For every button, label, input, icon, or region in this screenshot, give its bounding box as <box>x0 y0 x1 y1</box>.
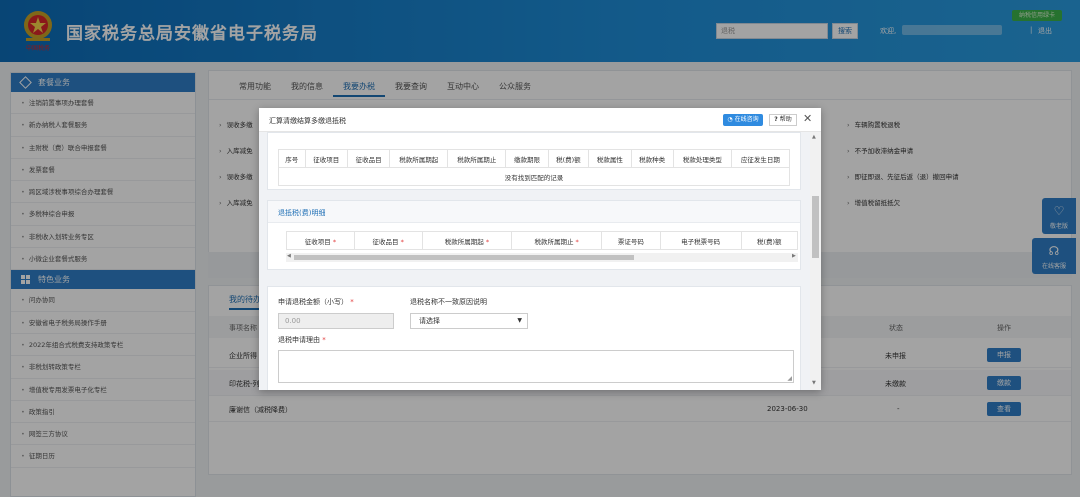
refund-detail-panel: 退抵税(费)明细 征收项目 * 征收品目 * 税款所属期起 * 税款所属期止 *… <box>267 200 801 270</box>
resize-grip-icon[interactable]: ◢ <box>787 375 792 382</box>
table-header-row: 征收项目 * 征收品目 * 税款所属期起 * 税款所属期止 * 票证号码 电子税… <box>286 231 799 250</box>
column-header: 税款属性 <box>588 149 632 168</box>
column-header: 序号 <box>278 149 306 168</box>
column-header: 税款处理类型 <box>672 149 732 168</box>
column-header: 电子税票号码 <box>659 231 742 250</box>
amount-label: 申请退税金额（小写） * <box>278 298 354 306</box>
column-header: 税款所属期起 * <box>421 231 513 250</box>
table-header-row: 序号 征收项目 征收品目 税款所属期起 税款所属期止 缴款期限 税(费)额 税款… <box>278 149 791 168</box>
refund-form-panel: 申请退税金额（小写） * 0.00 退税名称不一致原因说明 请选择 ▼ 退税申请… <box>267 286 801 390</box>
refund-amount-field[interactable]: 0.00 <box>278 313 394 329</box>
modal-body: 序号 征收项目 征收品目 税款所属期起 税款所属期止 缴款期限 税(费)额 税款… <box>259 132 821 390</box>
help-label: 帮助 <box>779 116 792 123</box>
column-header: 征收项目 <box>304 149 348 168</box>
column-header: 税(费)额 <box>547 149 590 168</box>
horizontal-scrollbar[interactable]: ◀ ▶ <box>286 253 798 262</box>
scroll-left-icon[interactable]: ◀ <box>287 253 291 259</box>
tax-record-panel: 序号 征收项目 征收品目 税款所属期起 税款所属期止 缴款期限 税(费)额 税款… <box>267 132 801 190</box>
empty-message: 没有找到匹配的记录 <box>278 167 790 186</box>
question-icon: ? <box>774 116 778 123</box>
scroll-up-icon[interactable]: ▲ <box>812 134 816 140</box>
reason-select-value: 请选择 <box>419 317 440 325</box>
column-header: 税款种类 <box>630 149 674 168</box>
help-button[interactable]: ? 帮助 <box>769 114 797 126</box>
modal-scrollbar[interactable]: ▲ ▼ <box>810 132 821 390</box>
column-header: 税款所属期止 * <box>511 231 602 250</box>
refund-modal: 汇算清缴结算多缴退抵税 ◔ 在线咨询 ? 帮助 ✕ 序号 征收项目 征收品目 税… <box>259 108 821 390</box>
refund-detail-header: 退抵税(费)明细 <box>268 201 800 223</box>
table-row: 没有找到匹配的记录 <box>278 167 790 186</box>
caret-down-icon: ▼ <box>517 317 522 324</box>
refund-reason-textarea[interactable]: ◢ <box>278 350 794 383</box>
scroll-thumb[interactable] <box>812 196 819 258</box>
column-header: 应征发生日期 <box>730 149 791 168</box>
reason-label: 退税名称不一致原因说明 <box>410 298 487 306</box>
scroll-right-icon[interactable]: ▶ <box>792 253 796 259</box>
column-header: 征收项目 * <box>286 231 355 250</box>
column-header: 征收品目 * <box>353 231 423 250</box>
column-header: 票证号码 <box>600 231 661 250</box>
tax-record-table: 序号 征收项目 征收品目 税款所属期起 税款所属期止 缴款期限 税(费)额 税款… <box>278 149 791 186</box>
column-header: 缴款期限 <box>505 149 549 168</box>
online-consult-label: 在线咨询 <box>734 116 759 123</box>
refund-detail-table: 征收项目 * 征收品目 * 税款所属期起 * 税款所属期止 * 票证号码 电子税… <box>286 231 799 250</box>
refund-detail-title: 退抵税(费)明细 <box>278 209 326 217</box>
reason-text-label: 退税申请理由 * <box>278 336 326 344</box>
scroll-thumb[interactable] <box>294 255 634 260</box>
column-header: 税款所属期起 <box>389 149 449 168</box>
reason-select[interactable]: 请选择 ▼ <box>410 313 528 329</box>
close-icon[interactable]: ✕ <box>803 112 812 126</box>
online-consult-button[interactable]: ◔ 在线咨询 <box>723 114 763 126</box>
modal-title: 汇算清缴结算多缴退抵税 <box>269 117 346 125</box>
scroll-down-icon[interactable]: ▼ <box>812 380 816 386</box>
column-header: 征收品目 <box>346 149 391 168</box>
column-header: 税(费)额 <box>740 231 799 250</box>
modal-header: 汇算清缴结算多缴退抵税 ◔ 在线咨询 ? 帮助 ✕ <box>259 108 821 132</box>
column-header: 税款所属期止 <box>447 149 507 168</box>
